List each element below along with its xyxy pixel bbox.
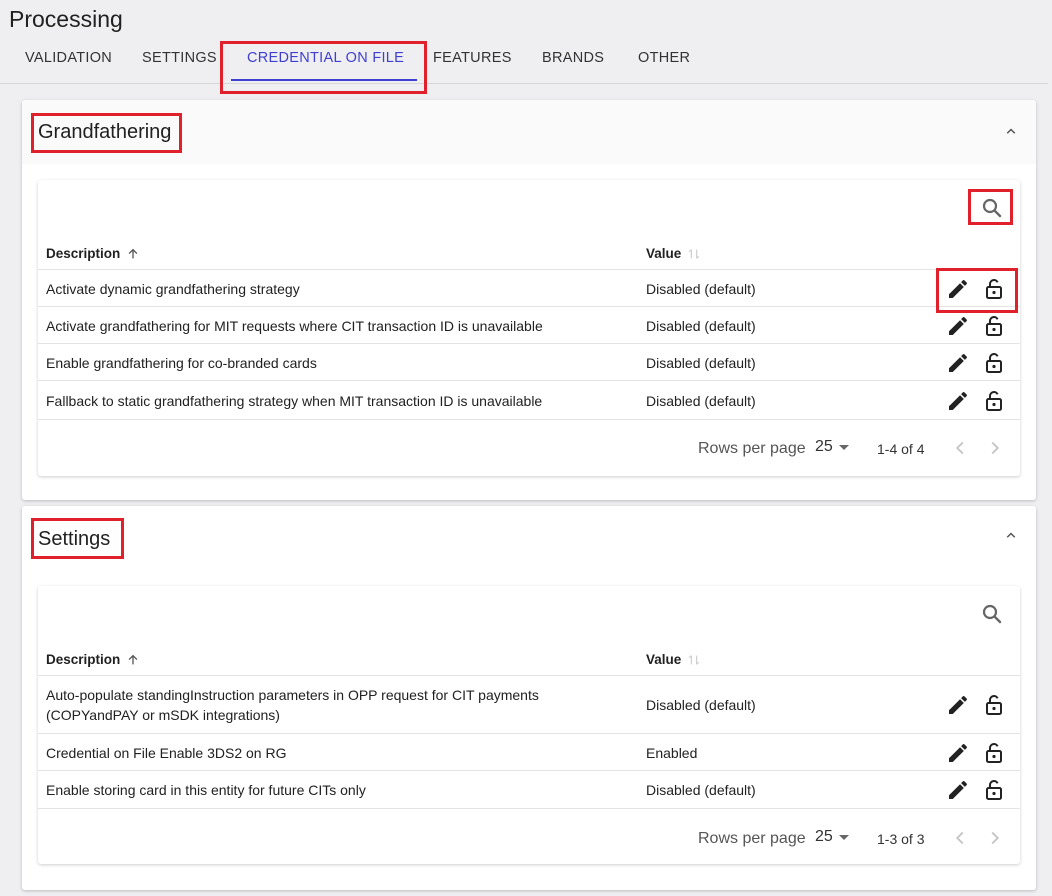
pencil-icon[interactable] (946, 277, 970, 301)
row-description: Enable storing card in this entity for f… (46, 782, 366, 798)
table-row: Fallback to static grandfathering strate… (38, 381, 1020, 420)
row-description: Activate dynamic grandfathering strategy (46, 281, 300, 297)
pencil-icon[interactable] (946, 693, 970, 717)
lock-open-icon[interactable] (982, 351, 1006, 375)
search-icon[interactable] (980, 196, 1004, 220)
row-value: Disabled (default) (646, 318, 756, 334)
column-header-value-label: Value (646, 652, 682, 667)
arrow-up-icon (128, 654, 138, 664)
tab-credential-on-file[interactable]: CREDENTIAL ON FILE (247, 40, 404, 83)
pagination-range: 1-4 of 4 (877, 441, 925, 457)
settings-table-card: Description Value Auto-populate standing… (38, 586, 1020, 864)
column-header-value[interactable]: Value (646, 246, 701, 261)
chevron-right-icon[interactable] (984, 827, 1006, 849)
tab-other[interactable]: OTHER (638, 40, 690, 83)
column-header-description-label: Description (46, 246, 121, 261)
sort-icon (689, 248, 700, 259)
search-icon[interactable] (980, 602, 1004, 626)
lock-open-icon[interactable] (982, 277, 1006, 301)
lock-open-icon[interactable] (982, 389, 1006, 413)
table-pagination: Rows per page 25 1-4 of 4 (38, 420, 1020, 476)
table-row: Credential on File Enable 3DS2 on RG Ena… (38, 734, 1020, 771)
settings-panel-title: Settings (38, 528, 111, 550)
grandfathering-panel-title: Grandfathering (38, 121, 172, 143)
chevron-left-icon[interactable] (949, 437, 971, 459)
lock-open-icon[interactable] (982, 693, 1006, 717)
rows-per-page-value: 25 (815, 828, 833, 845)
grandfathering-panel: Grandfathering Description Value Activat… (22, 100, 1036, 500)
row-description: Auto-populate standingInstruction parame… (46, 685, 539, 725)
active-tab-indicator (231, 79, 417, 81)
row-value: Disabled (default) (646, 393, 756, 409)
column-header-description[interactable]: Description (46, 652, 140, 667)
tab-features[interactable]: FEATURES (433, 40, 512, 83)
column-header-value-label: Value (646, 246, 682, 261)
rows-per-page-label: Rows per page (698, 830, 806, 847)
table-row: Auto-populate standingInstruction parame… (38, 676, 1020, 734)
table-row: Activate grandfathering for MIT requests… (38, 307, 1020, 344)
row-description: Activate grandfathering for MIT requests… (46, 318, 543, 334)
table-header: Description Value (38, 238, 1020, 270)
tab-bar: VALIDATION SETTINGS CREDENTIAL ON FILE F… (0, 40, 1048, 84)
row-value: Disabled (default) (646, 355, 756, 371)
row-description-line: Auto-populate standingInstruction parame… (46, 687, 539, 703)
pencil-icon[interactable] (946, 778, 970, 802)
pencil-icon[interactable] (946, 741, 970, 765)
column-header-value[interactable]: Value (646, 652, 701, 667)
chevron-right-icon[interactable] (984, 437, 1006, 459)
column-header-description[interactable]: Description (46, 246, 140, 261)
table-header: Description Value (38, 644, 1020, 676)
tab-brands[interactable]: BRANDS (542, 40, 604, 83)
row-value: Disabled (default) (646, 281, 756, 297)
lock-open-icon[interactable] (982, 741, 1006, 765)
tab-settings[interactable]: SETTINGS (142, 40, 217, 83)
pencil-icon[interactable] (946, 314, 970, 338)
tab-validation[interactable]: VALIDATION (25, 40, 112, 83)
table-row: Enable storing card in this entity for f… (38, 771, 1020, 809)
sort-icon (689, 654, 700, 665)
caret-down-icon (838, 835, 849, 840)
pencil-icon[interactable] (946, 351, 970, 375)
rows-per-page-value: 25 (815, 438, 833, 455)
table-row: Enable grandfathering for co-branded car… (38, 344, 1020, 381)
rows-per-page-label: Rows per page (698, 440, 806, 457)
row-value: Disabled (default) (646, 782, 756, 798)
chevron-left-icon[interactable] (949, 827, 971, 849)
row-description: Enable grandfathering for co-branded car… (46, 355, 317, 371)
settings-panel: Settings Description Value Auto-populate… (22, 506, 1036, 890)
rows-per-page-select[interactable]: 25 (815, 438, 849, 456)
arrow-up-icon (128, 248, 138, 258)
page-title: Processing (9, 6, 123, 32)
row-description: Credential on File Enable 3DS2 on RG (46, 745, 287, 761)
chevron-up-icon[interactable] (1002, 122, 1020, 140)
row-value: Disabled (default) (646, 697, 756, 713)
lock-open-icon[interactable] (982, 778, 1006, 802)
table-pagination: Rows per page 25 1-3 of 3 (38, 809, 1020, 865)
row-value: Enabled (646, 745, 698, 761)
grandfathering-panel-header[interactable]: Grandfathering (22, 100, 1036, 164)
row-description: Fallback to static grandfathering strate… (46, 393, 543, 409)
caret-down-icon (838, 445, 849, 450)
pencil-icon[interactable] (946, 389, 970, 413)
chevron-up-icon[interactable] (1002, 526, 1020, 544)
row-description-line: (COPYandPAY or mSDK integrations) (46, 707, 280, 723)
rows-per-page-select[interactable]: 25 (815, 828, 849, 846)
lock-open-icon[interactable] (982, 314, 1006, 338)
pagination-range: 1-3 of 3 (877, 831, 925, 847)
grandfathering-table-card: Description Value Activate dynamic grand… (38, 180, 1020, 476)
column-header-description-label: Description (46, 652, 121, 667)
table-row: Activate dynamic grandfathering strategy… (38, 270, 1020, 307)
settings-panel-header[interactable]: Settings (22, 506, 1036, 570)
